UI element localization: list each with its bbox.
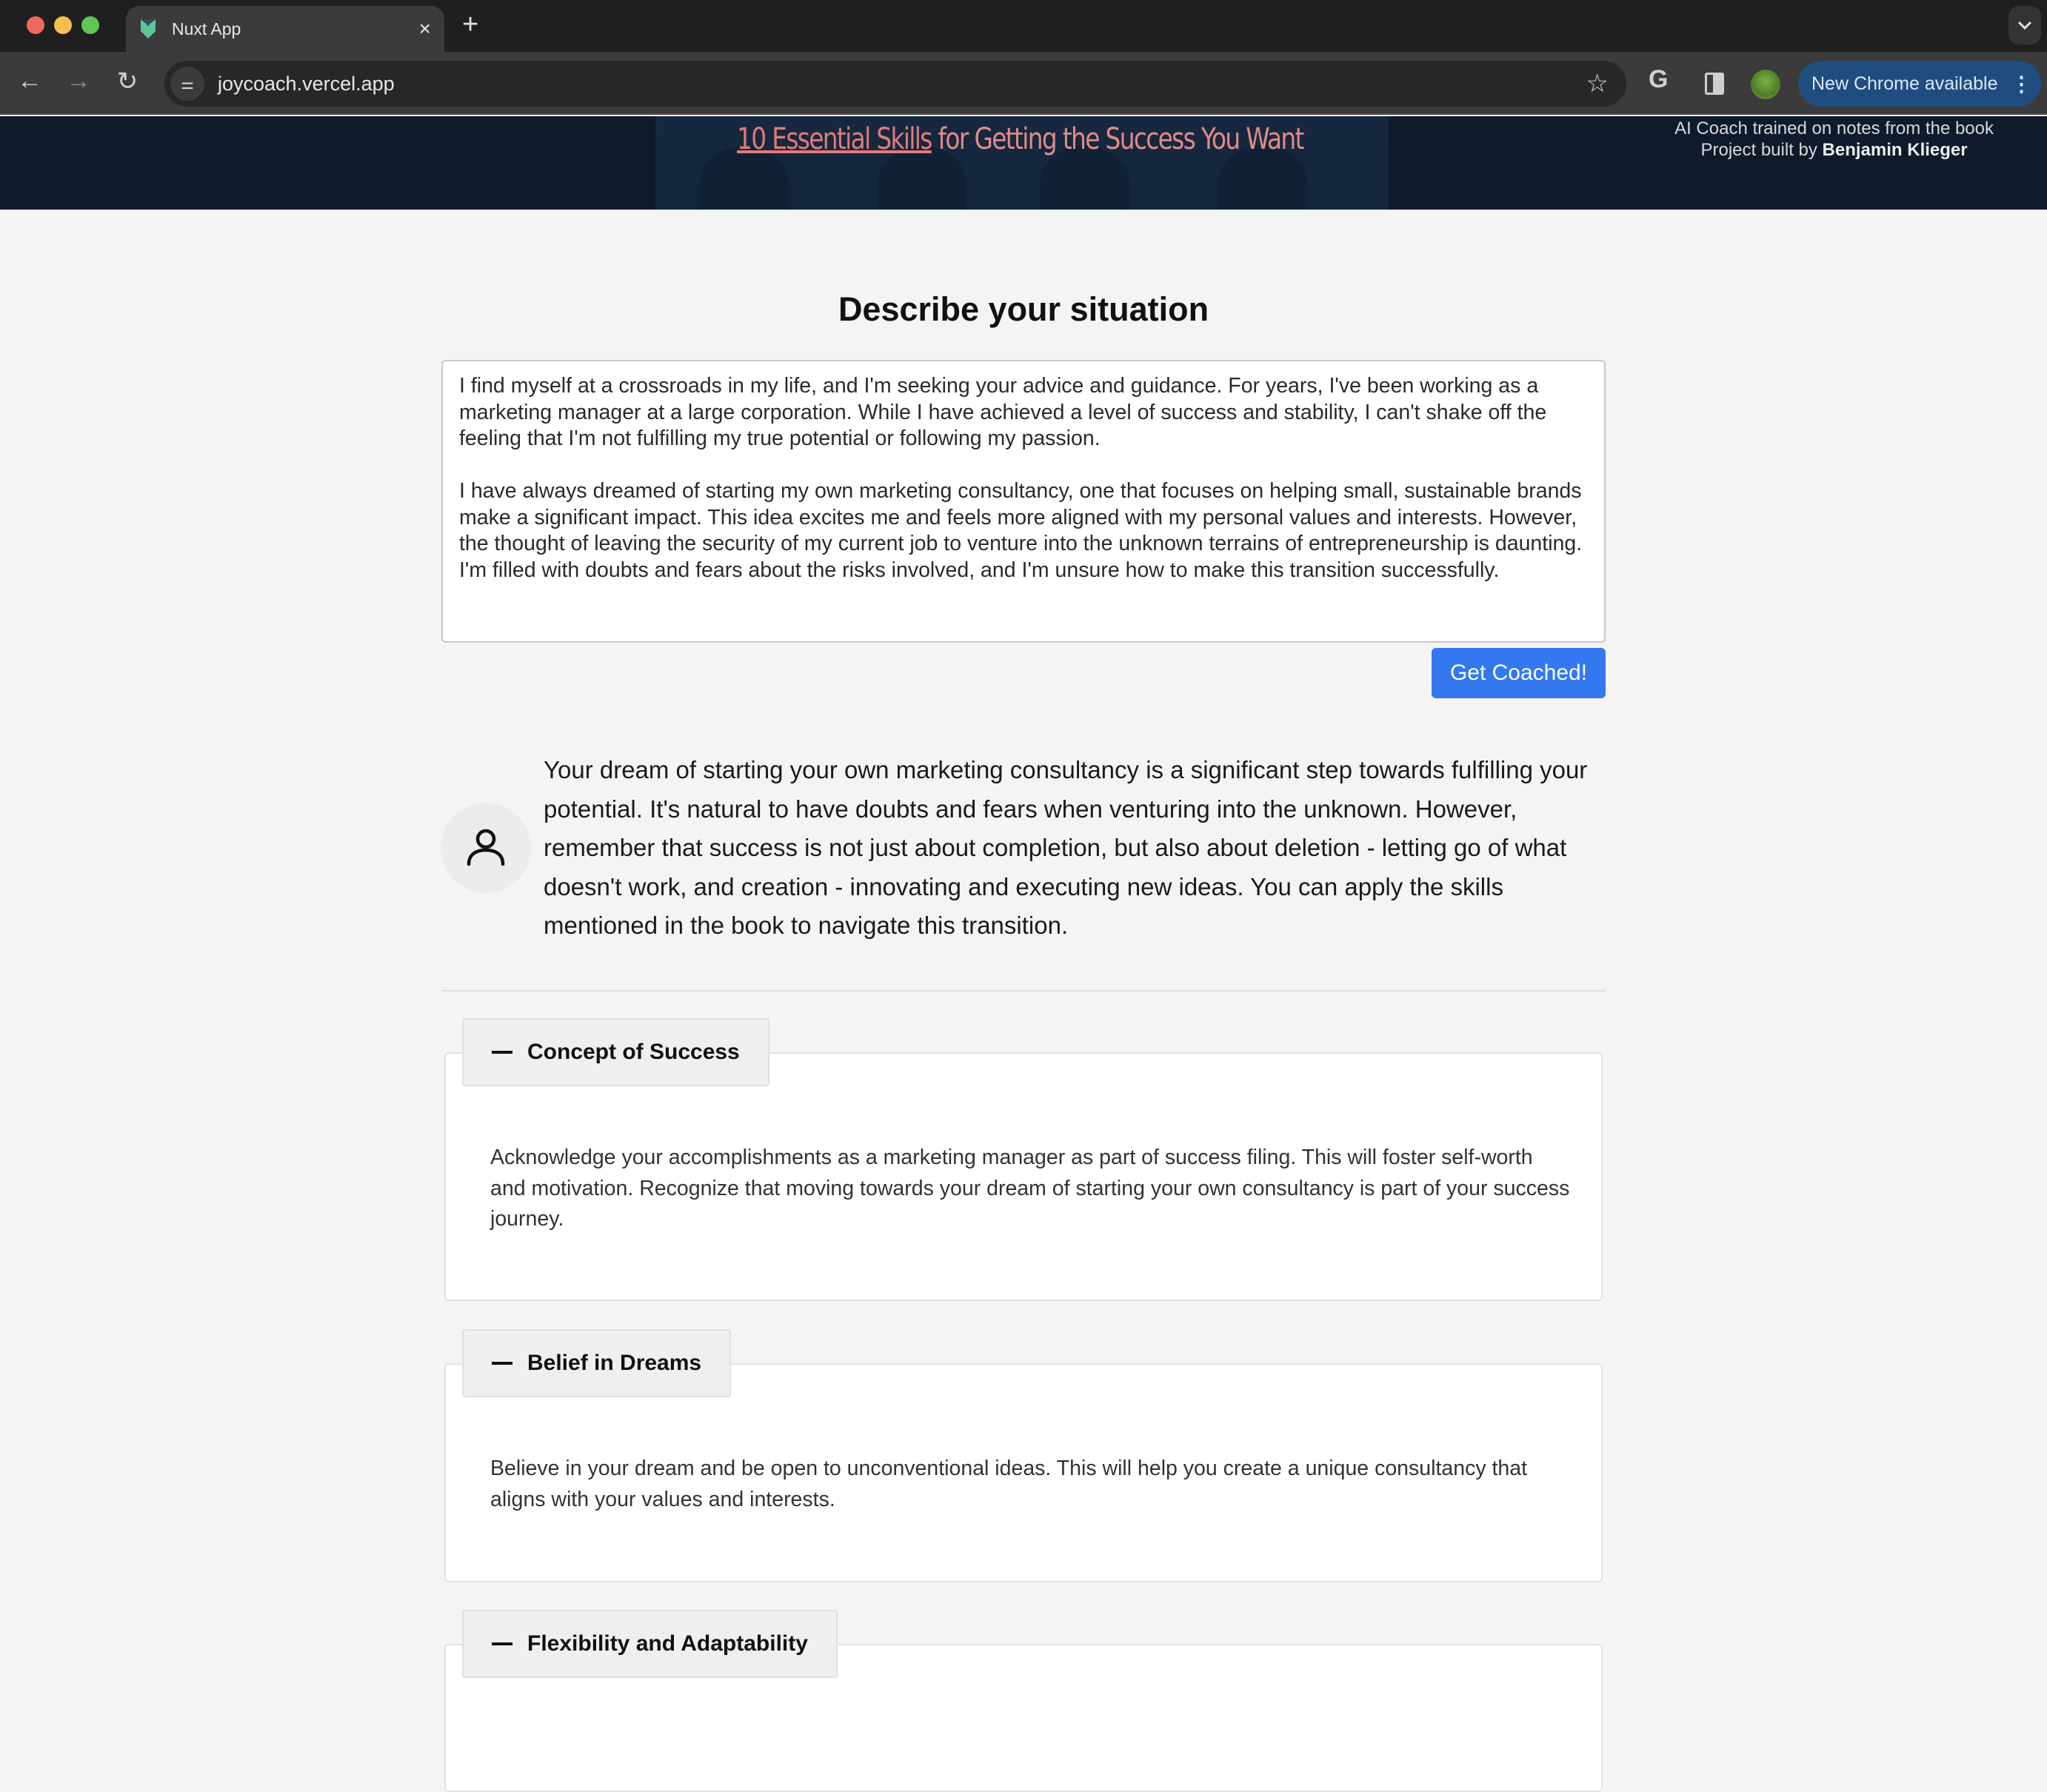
new-chrome-available-button[interactable]: New Chrome available ⋮ [1798, 61, 2041, 107]
skill-body: Acknowledge your accomplishments as a ma… [490, 1146, 1570, 1231]
update-label: New Chrome available [1811, 73, 1998, 94]
plus-icon[interactable]: + [462, 9, 478, 41]
book-title-rest: for Getting the Success You Want [931, 122, 1305, 156]
skill-toggle-belief-in-dreams[interactable]: Belief in Dreams [462, 1329, 732, 1397]
arrow-left-icon[interactable]: ← [13, 67, 46, 96]
author-name: Benjamin Klieger [1822, 140, 1968, 160]
minus-icon [492, 1642, 512, 1645]
address-bar[interactable]: ⚌ joycoach.vercel.app ☆ [164, 61, 1626, 107]
arrow-right-icon[interactable]: → [62, 67, 95, 96]
credit-line-author: Project built by Benjamin Klieger [1674, 139, 1994, 161]
minus-icon [492, 1362, 512, 1365]
skill-toggle-flexibility-and-adaptability[interactable]: Flexibility and Adaptability [462, 1610, 838, 1678]
skill-body: Believe in your dream and be open to unc… [490, 1457, 1528, 1511]
coach-avatar [441, 803, 531, 893]
nuxt-logo-icon [141, 19, 156, 39]
window-minimize-button[interactable] [54, 16, 72, 34]
side-panel-icon[interactable] [1705, 73, 1724, 95]
browser-tab-active[interactable]: Nuxt App × [126, 6, 444, 52]
skill-card: Acknowledge your accomplishments as a ma… [444, 1052, 1603, 1301]
tab-title: Nuxt App [172, 19, 241, 39]
banner-credits: AI Coach trained on notes from the book … [1674, 118, 1994, 161]
skill-title: Belief in Dreams [527, 1351, 702, 1375]
kebab-menu-icon[interactable]: ⋮ [2011, 72, 2032, 96]
tune-icon[interactable]: ⚌ [170, 67, 204, 101]
skill-title: Concept of Success [527, 1040, 740, 1064]
site-header-banner: 10 Essential Skills for Getting the Succ… [0, 116, 2047, 210]
credit-prefix: Project built by [1700, 140, 1823, 160]
credit-line-book: AI Coach trained on notes from the book [1674, 118, 1994, 138]
chevron-down-icon[interactable] [2008, 6, 2041, 44]
skill-toggle-concept-of-success[interactable]: Concept of Success [462, 1018, 769, 1086]
minus-icon [492, 1051, 512, 1054]
window-zoom-button[interactable] [81, 16, 99, 34]
star-icon[interactable]: ☆ [1586, 69, 1609, 98]
user-icon [467, 829, 505, 866]
profile-avatar-icon[interactable] [1751, 70, 1780, 99]
coach-response: Your dream of starting your own marketin… [544, 756, 1588, 939]
situation-input[interactable]: I find myself at a crossroads in my life… [441, 360, 1606, 643]
window-close-button[interactable] [27, 16, 44, 34]
browser-tab-bar: Nuxt App × + [0, 0, 2047, 52]
book-title-highlight: 10 Essential Skills [737, 122, 932, 156]
book-title: 10 Essential Skills for Getting the Succ… [737, 122, 1305, 156]
page-title: Describe your situation [838, 290, 1209, 328]
section-divider [441, 990, 1606, 992]
reload-icon[interactable]: ↻ [111, 67, 144, 96]
skill-title: Flexibility and Adaptability [527, 1631, 808, 1656]
browser-toolbar: ← → ↻ ⚌ joycoach.vercel.app ☆ G New Chro… [0, 52, 2047, 115]
url-text[interactable]: joycoach.vercel.app [218, 73, 1586, 96]
close-icon[interactable]: × [419, 17, 431, 41]
get-coached-button[interactable]: Get Coached! [1432, 648, 1606, 698]
google-g-icon[interactable]: G [1649, 65, 1668, 94]
